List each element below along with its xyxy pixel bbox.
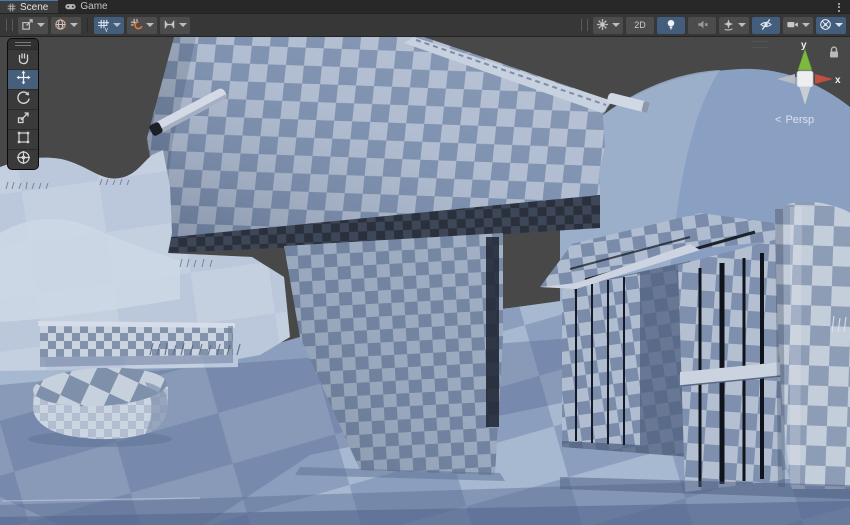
- axis-neg-y-cone[interactable]: [799, 85, 811, 105]
- axis-neg-x-cone[interactable]: [777, 74, 795, 84]
- projection-toggle[interactable]: < Persp: [775, 114, 814, 126]
- svg-text:y: y: [105, 27, 108, 31]
- chevron-down-icon: [802, 23, 810, 27]
- palette-drag-handle[interactable]: [8, 39, 38, 49]
- snap-increment-icon: [163, 18, 176, 33]
- axis-x-cone[interactable]: [815, 74, 833, 84]
- eye-slash-icon: [759, 18, 773, 33]
- scene-lighting-toggle[interactable]: [657, 17, 685, 34]
- garden-wall[interactable]: [38, 321, 240, 367]
- unity-editor-window: Scene Game y: [0, 0, 850, 525]
- overlay-drag-handle[interactable]: [6, 19, 13, 31]
- axis-y-cone[interactable]: [798, 49, 812, 70]
- effects-dropdown[interactable]: [593, 17, 623, 34]
- camera-icon: [786, 18, 799, 33]
- rect-tool-button[interactable]: [8, 129, 38, 149]
- tool-palette-overlay: [7, 38, 39, 170]
- scene-audio-toggle[interactable]: [688, 17, 716, 34]
- pivot-center-icon: [21, 18, 34, 33]
- view-tool-button[interactable]: [8, 49, 38, 69]
- tab-scene-label: Scene: [20, 2, 48, 13]
- scene-visibility-toggle[interactable]: [752, 17, 780, 34]
- move-icon: [16, 70, 31, 90]
- scale-icon: [16, 110, 31, 130]
- grid-snap-icon: [130, 18, 143, 33]
- transform-icon: [16, 150, 31, 170]
- 2d-label: 2D: [634, 20, 646, 30]
- burst-icon: [596, 18, 609, 33]
- overlay-drag-handle[interactable]: [581, 19, 588, 31]
- scene-render[interactable]: [0, 37, 850, 525]
- tab-game[interactable]: Game: [58, 0, 117, 13]
- rotate-tool-button[interactable]: [8, 89, 38, 109]
- chevron-down-icon: [179, 23, 187, 27]
- tab-bar: Scene Game: [0, 0, 850, 14]
- grid-icon: y: [97, 19, 110, 32]
- globe-icon: [54, 18, 67, 33]
- orientation-dropdown[interactable]: [51, 17, 81, 34]
- chevron-down-icon: [835, 23, 843, 27]
- pivot-mode-dropdown[interactable]: [18, 17, 48, 34]
- grid-visibility-dropdown[interactable]: y: [94, 17, 124, 34]
- increment-snap-dropdown[interactable]: [160, 17, 190, 34]
- grid-snapping-dropdown[interactable]: [127, 17, 157, 34]
- rotate-icon: [16, 90, 31, 110]
- axis-y-label: y: [801, 41, 807, 51]
- chevron-down-icon: [738, 23, 746, 27]
- kebab-menu-icon[interactable]: [834, 1, 844, 13]
- gizmo-sextant-icon: [819, 18, 832, 33]
- hand-icon: [16, 50, 31, 70]
- padlock-icon[interactable]: [827, 45, 841, 59]
- chevron-left-icon: <: [775, 114, 781, 126]
- transform-tool-button[interactable]: [8, 149, 38, 169]
- scene-grid-icon: [7, 3, 16, 12]
- tab-scene[interactable]: Scene: [0, 0, 58, 13]
- scene-toolbar: y 2D: [0, 14, 850, 37]
- bulb-icon: [665, 18, 677, 33]
- camera-settings-dropdown[interactable]: [783, 17, 813, 34]
- chevron-down-icon: [113, 23, 121, 27]
- gizmos-dropdown[interactable]: [816, 17, 846, 34]
- axis-x-label: x: [835, 75, 841, 86]
- chevron-down-icon: [612, 23, 620, 27]
- sparkle-icon: [722, 18, 735, 33]
- fx-dropdown[interactable]: [719, 17, 749, 34]
- rect-tool-icon: [16, 130, 31, 150]
- speaker-muted-icon: [696, 18, 709, 33]
- tab-game-label: Game: [80, 1, 107, 12]
- move-tool-button[interactable]: [8, 69, 38, 89]
- gizmo-center-cube[interactable]: [797, 71, 813, 87]
- scale-tool-button[interactable]: [8, 109, 38, 129]
- scene-viewport[interactable]: y x < Persp: [0, 37, 850, 525]
- gamepad-icon: [65, 2, 76, 11]
- toolbar-separator: [87, 18, 88, 32]
- 2d-toggle-button[interactable]: 2D: [626, 17, 654, 34]
- chevron-down-icon: [37, 23, 45, 27]
- chevron-down-icon: [70, 23, 78, 27]
- chevron-down-icon: [146, 23, 154, 27]
- projection-label: Persp: [785, 114, 814, 126]
